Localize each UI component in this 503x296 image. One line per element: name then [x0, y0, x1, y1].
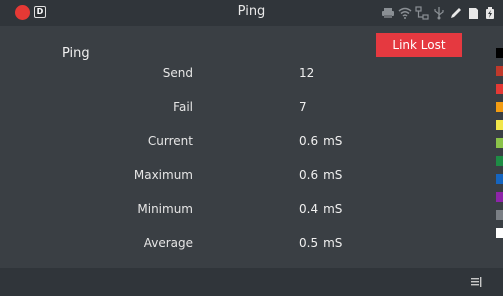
stat-row-current: Current 0.6 mS: [0, 134, 480, 152]
color-swatch[interactable]: [496, 48, 503, 58]
color-swatch[interactable]: [496, 174, 503, 184]
stat-label: Maximum: [133, 168, 193, 182]
usb-icon: [434, 7, 444, 20]
color-swatch[interactable]: [496, 156, 503, 166]
stat-value: 0.6 mS: [299, 168, 342, 182]
stat-unit: mS: [323, 134, 343, 148]
bottom-bar: [0, 268, 503, 296]
stat-number: 0.6: [299, 168, 319, 182]
stat-label: Current: [147, 134, 193, 148]
color-swatch[interactable]: [496, 66, 503, 76]
stat-label: Average: [143, 236, 193, 250]
sd-card-icon: [469, 8, 478, 19]
stat-label: Send: [162, 66, 193, 80]
stat-value: 12: [299, 66, 319, 80]
ping-panel: Ping Link Lost Send 12 Fail 7 Current 0.…: [0, 26, 480, 268]
stat-value: 0.5 mS: [299, 236, 342, 250]
stat-label: Fail: [173, 100, 193, 114]
stat-value: 0.4 mS: [299, 202, 342, 216]
stat-value: 0.6 mS: [299, 134, 342, 148]
pen-icon: [451, 8, 461, 18]
color-swatch[interactable]: [496, 102, 503, 112]
stat-number: 0.6: [299, 134, 319, 148]
printer-icon: [382, 8, 394, 18]
stat-row-fail: Fail 7: [0, 100, 480, 118]
battery-icon: [486, 7, 494, 19]
color-swatch[interactable]: [496, 192, 503, 202]
menu-icon[interactable]: [469, 275, 483, 289]
stat-unit: mS: [323, 236, 343, 250]
stat-value: 7: [299, 100, 312, 114]
stat-row-minimum: Minimum 0.4 mS: [0, 202, 480, 220]
stat-row-average: Average 0.5 mS: [0, 236, 480, 254]
wifi-icon: [398, 7, 412, 19]
color-swatch[interactable]: [496, 228, 503, 238]
stat-unit: mS: [323, 202, 343, 216]
status-icons: [381, 5, 497, 21]
stat-number: 7: [299, 100, 307, 114]
network-icon: [415, 6, 429, 20]
color-palette: [496, 48, 503, 264]
status-bar: D Ping: [0, 0, 503, 26]
stat-row-send: Send 12: [0, 66, 480, 84]
section-title: Ping: [62, 46, 90, 61]
stat-number: 12: [299, 66, 315, 80]
color-swatch[interactable]: [496, 120, 503, 130]
stat-number: 0.4: [299, 202, 319, 216]
color-swatch[interactable]: [496, 138, 503, 148]
color-swatch[interactable]: [496, 84, 503, 94]
stat-label: Minimum: [137, 202, 193, 216]
stat-unit: mS: [323, 168, 343, 182]
stat-row-maximum: Maximum 0.6 mS: [0, 168, 480, 186]
color-swatch[interactable]: [496, 210, 503, 220]
link-lost-button[interactable]: Link Lost: [376, 33, 462, 57]
stat-number: 0.5: [299, 236, 319, 250]
